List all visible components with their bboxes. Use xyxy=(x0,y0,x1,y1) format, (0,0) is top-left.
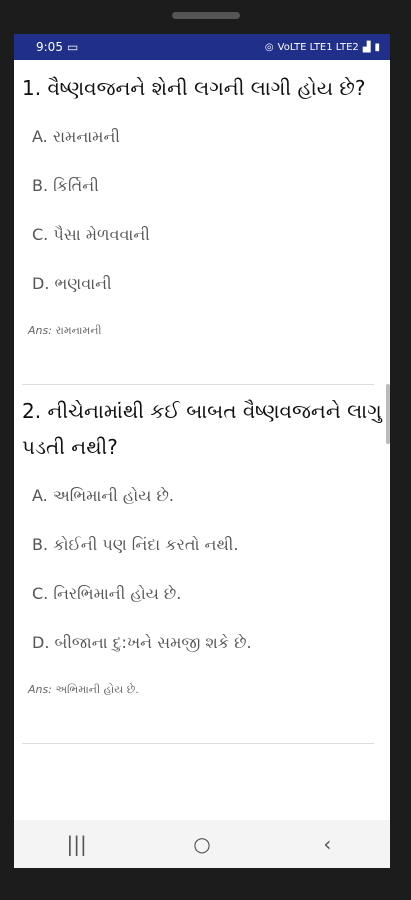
answer-value: અભિમાની હોય છે. xyxy=(55,683,139,696)
home-button[interactable]: ○ xyxy=(172,832,232,856)
status-time: 9:05 xyxy=(36,40,63,54)
status-bar: 9:05 ▭ ◎ VoLTE LTE1 LTE2 ▟ ▮ xyxy=(14,34,390,60)
answer-value: રામનામની xyxy=(55,324,102,337)
option-a[interactable]: A. રામનામની xyxy=(22,126,390,175)
back-button[interactable]: ‹ xyxy=(297,832,357,856)
phone-screen: 9:05 ▭ ◎ VoLTE LTE1 LTE2 ▟ ▮ 1. વૈષ્ણવજન… xyxy=(14,34,390,868)
notification-icon: ▭ xyxy=(66,40,79,54)
question-card-1: 1. વૈષ્ણવજનને શેની લગની લાગી હોય છે? A. … xyxy=(22,70,390,385)
options-list: A. અભિમાની હોય છે. B. કોઈની પણ નિંદા કરત… xyxy=(22,485,390,681)
option-c[interactable]: C. પૈસા મેળવવાની xyxy=(22,224,390,273)
device-speaker xyxy=(172,12,240,19)
scrollbar[interactable] xyxy=(386,384,390,444)
option-d[interactable]: D. ભણવાની xyxy=(22,273,390,322)
option-c[interactable]: C. નિરભિમાની હોય છે. xyxy=(22,583,390,632)
answer-text: Ans: અભિમાની હોય છે. xyxy=(22,683,390,697)
question-text: 2. નીચેનામાંથી કઈ બાબત વૈષ્ણવજનને લાગુ પ… xyxy=(22,399,382,459)
answer-label: Ans: xyxy=(28,683,52,696)
option-a[interactable]: A. અભિમાની હોય છે. xyxy=(22,485,390,534)
option-b[interactable]: B. કોઈની પણ નિંદા કરતો નથી. xyxy=(22,534,390,583)
question-card-2: 2. નીચેનામાંથી કઈ બાબત વૈષ્ણવજનને લાગુ પ… xyxy=(22,393,390,744)
signal-icon: ▟ xyxy=(362,41,371,53)
navigation-bar: ||| ○ ‹ xyxy=(14,820,390,868)
option-d[interactable]: D. બીજાના દુ:ખને સમજી શકે છે. xyxy=(22,632,390,681)
options-list: A. રામનામની B. કિર્તિની C. પૈસા મેળવવાની… xyxy=(22,126,390,322)
quiz-list[interactable]: 1. વૈષ્ણવજનને શેની લગની લાગી હોય છે? A. … xyxy=(14,70,390,744)
signal-text: VoLTE LTE1 LTE2 xyxy=(277,41,359,53)
answer-label: Ans: xyxy=(28,324,52,337)
divider xyxy=(22,384,374,385)
hotspot-icon: ◎ xyxy=(264,41,274,53)
option-b[interactable]: B. કિર્તિની xyxy=(22,175,390,224)
battery-icon: ▮ xyxy=(374,41,380,53)
answer-text: Ans: રામનામની xyxy=(22,324,390,338)
recents-button[interactable]: ||| xyxy=(47,832,107,856)
question-text: 1. વૈષ્ણવજનને શેની લગની લાગી હોય છે? xyxy=(22,76,366,100)
divider xyxy=(22,743,374,744)
